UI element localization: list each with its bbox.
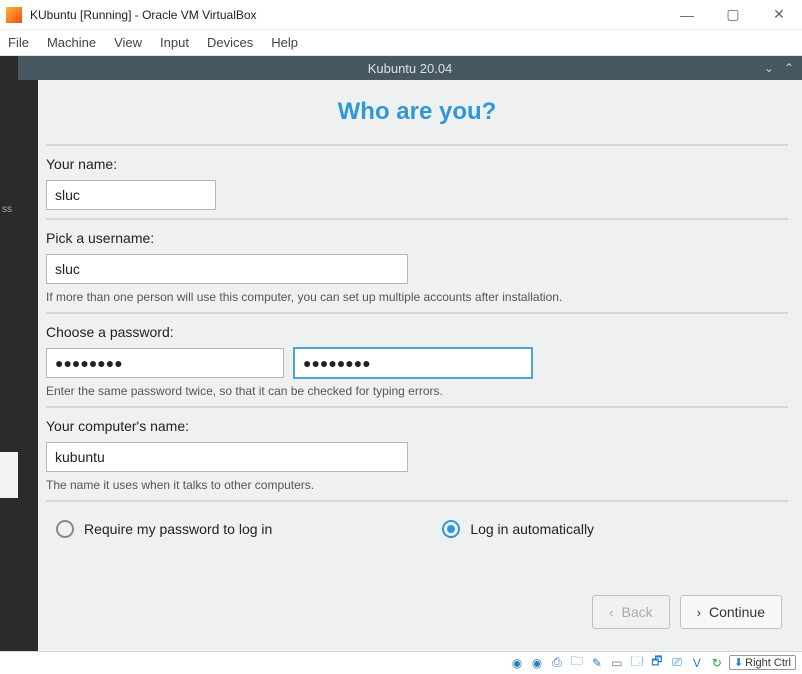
usb-icon[interactable]: ⎙ (549, 655, 565, 671)
menu-view[interactable]: View (114, 35, 142, 50)
username-hint: If more than one person will use this co… (46, 290, 788, 304)
menu-file[interactable]: File (8, 35, 29, 50)
guest-left-edge: ss (0, 56, 18, 651)
chevron-up-icon[interactable]: ⌃ (784, 61, 794, 75)
radio-circle-icon (56, 520, 74, 538)
page-heading: Who are you? (46, 98, 788, 126)
section-computer-name: Your computer's name: The name it uses w… (46, 406, 788, 500)
name-input[interactable] (46, 180, 216, 210)
guest-window-title: Kubuntu 20.04 (368, 61, 453, 76)
password-hint: Enter the same password twice, so that i… (46, 384, 788, 398)
guest-left-stub (0, 452, 18, 498)
section-name: Your name: (46, 144, 788, 218)
menu-machine[interactable]: Machine (47, 35, 96, 50)
username-label: Pick a username: (46, 230, 788, 246)
network-icon[interactable]: ✎ (589, 655, 605, 671)
shared-folders-icon[interactable]: 🗀 (569, 655, 585, 671)
clipboard-icon[interactable]: 🗗 (649, 655, 665, 671)
virtualbox-statusbar: ◉ ◉ ⎙ 🗀 ✎ ▭ 🗔 🗗 ⎚ V ↻ ⬇ Right Ctrl (0, 651, 802, 673)
chevron-right-icon: › (697, 605, 701, 620)
host-window-title: KUbuntu [Running] - Oracle VM VirtualBox (30, 8, 664, 22)
password-input[interactable] (46, 348, 284, 378)
guest-left-label: ss (2, 204, 12, 215)
back-button[interactable]: ‹ Back (592, 595, 669, 629)
username-input[interactable] (46, 254, 408, 284)
radio-require-label: Require my password to log in (84, 521, 272, 537)
minimize-button[interactable]: — (664, 0, 710, 30)
host-key-label: Right Ctrl (745, 657, 791, 669)
recording-icon[interactable]: ⎚ (669, 655, 685, 671)
host-window-controls: — ▢ ✕ (664, 0, 802, 30)
continue-button[interactable]: › Continue (680, 595, 782, 629)
radio-require-password[interactable]: Require my password to log in (56, 520, 272, 538)
host-key-indicator[interactable]: ⬇ Right Ctrl (729, 655, 796, 670)
computer-name-hint: The name it uses when it talks to other … (46, 478, 788, 492)
audio-icon[interactable]: 🗔 (629, 655, 645, 671)
vm-display-frame: ss Kubuntu 20.04 ⌄ ⌃ Who are you? Your n… (0, 56, 802, 651)
close-button[interactable]: ✕ (756, 0, 802, 30)
optical-icon[interactable]: ◉ (529, 655, 545, 671)
computer-name-input[interactable] (46, 442, 408, 472)
cpu-icon[interactable]: V (689, 655, 705, 671)
login-options: Require my password to log in Log in aut… (46, 500, 788, 538)
host-titlebar: KUbuntu [Running] - Oracle VM VirtualBox… (0, 0, 802, 30)
radio-auto-label: Log in automatically (470, 521, 594, 537)
virtualbox-app-icon (6, 7, 22, 23)
host-menubar: File Machine View Input Devices Help (0, 30, 802, 56)
name-label: Your name: (46, 156, 788, 172)
section-password: Choose a password: Enter the same passwo… (46, 312, 788, 406)
installer-panel: Who are you? Your name: Pick a username:… (38, 80, 802, 651)
section-username: Pick a username: If more than one person… (46, 218, 788, 312)
password-confirm-input[interactable] (294, 348, 532, 378)
password-label: Choose a password: (46, 324, 788, 340)
computer-name-label: Your computer's name: (46, 418, 788, 434)
guest-additions-icon[interactable]: ↻ (709, 655, 725, 671)
guest-screen: Kubuntu 20.04 ⌄ ⌃ Who are you? Your name… (18, 56, 802, 651)
chevron-down-icon[interactable]: ⌄ (764, 61, 774, 75)
guest-window-titlebar[interactable]: Kubuntu 20.04 ⌄ ⌃ (18, 56, 802, 80)
radio-login-automatically[interactable]: Log in automatically (442, 520, 594, 538)
chevron-left-icon: ‹ (609, 605, 613, 620)
back-button-label: Back (621, 604, 652, 620)
display-icon[interactable]: ▭ (609, 655, 625, 671)
harddisk-icon[interactable]: ◉ (509, 655, 525, 671)
radio-circle-icon (442, 520, 460, 538)
arrow-down-icon: ⬇ (734, 656, 743, 669)
continue-button-label: Continue (709, 604, 765, 620)
maximize-button[interactable]: ▢ (710, 0, 756, 30)
menu-help[interactable]: Help (271, 35, 298, 50)
menu-input[interactable]: Input (160, 35, 189, 50)
wizard-footer: ‹ Back › Continue (46, 587, 788, 637)
menu-devices[interactable]: Devices (207, 35, 253, 50)
